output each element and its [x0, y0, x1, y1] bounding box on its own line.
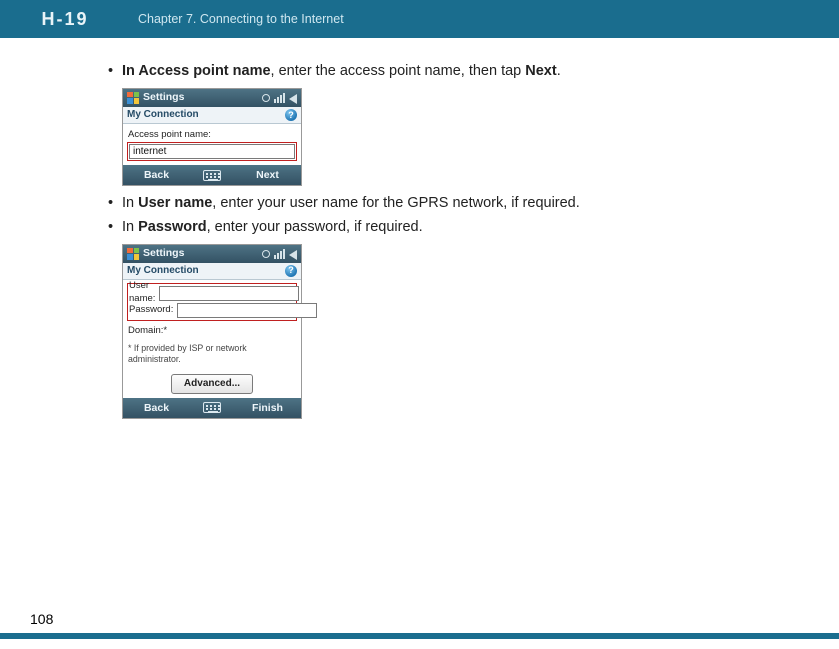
text: .: [557, 63, 561, 79]
page-number: 108: [30, 611, 53, 627]
highlight-apn: [127, 142, 297, 161]
phone-subtitle-bar: My Connection ?: [123, 263, 301, 280]
chapter-title: Chapter 7. Connecting to the Internet: [130, 12, 839, 26]
page-header: H-19 Chapter 7. Connecting to the Intern…: [0, 0, 839, 38]
footer-rule: [0, 633, 839, 639]
text: In: [122, 195, 138, 211]
apn-field-label: Access point name:: [128, 129, 296, 142]
text-bold: In Access point name: [122, 63, 271, 79]
softkey-next[interactable]: Next: [234, 168, 301, 182]
phone-subtitle: My Connection: [127, 108, 199, 122]
password-label: Password:: [129, 304, 173, 317]
domain-label: Domain:*: [128, 325, 186, 338]
apn-input[interactable]: [129, 144, 295, 159]
softkey-back[interactable]: Back: [123, 168, 190, 182]
keyboard-icon: [203, 170, 221, 181]
brand-logo: H-19: [0, 9, 130, 30]
help-icon[interactable]: ?: [285, 265, 297, 277]
softkey-keyboard[interactable]: [190, 170, 234, 181]
phone-titlebar: Settings: [123, 245, 301, 263]
radio-icon: [262, 250, 270, 258]
phone-content: User name: Password: Domain:* * If provi…: [123, 280, 301, 398]
highlight-credentials: User name: Password:: [127, 283, 297, 321]
user-name-input[interactable]: [159, 286, 299, 301]
text: , enter your user name for the GPRS netw…: [212, 195, 580, 211]
volume-icon: [289, 250, 297, 260]
signal-icon: [274, 248, 285, 259]
footnote: * If provided by ISP or network administ…: [128, 343, 296, 367]
phone-screenshot-apn: Settings My Connection ? Access point na…: [122, 88, 302, 187]
volume-icon: [289, 94, 297, 104]
phone-screenshot-credentials: Settings My Connection ? User name: Pass…: [122, 244, 302, 419]
row-domain: Domain:*: [128, 323, 296, 340]
windows-flag-icon: [127, 92, 139, 104]
user-name-label: User name:: [129, 280, 155, 306]
windows-flag-icon: [127, 248, 139, 260]
text-bold: Password: [138, 219, 207, 235]
phone-titlebar: Settings: [123, 89, 301, 107]
phone-subtitle-bar: My Connection ?: [123, 107, 301, 124]
bullet-password: In Password, enter your password, if req…: [108, 218, 809, 238]
text: In: [122, 219, 138, 235]
page-body: In Access point name, enter the access p…: [0, 38, 839, 419]
text-bold: Next: [525, 63, 556, 79]
brand-logo-text: H-19: [41, 9, 88, 30]
radio-icon: [262, 94, 270, 102]
advanced-button-wrap: Advanced...: [128, 374, 296, 394]
row-user-name: User name:: [129, 285, 295, 302]
phone-softkey-bar: Back Next: [123, 165, 301, 185]
phone-subtitle: My Connection: [127, 264, 199, 278]
phone-content: Access point name:: [123, 124, 301, 166]
text: , enter the access point name, then tap: [271, 63, 526, 79]
phone-title: Settings: [143, 90, 184, 104]
bullet-access-point-name: In Access point name, enter the access p…: [108, 62, 809, 82]
bullet-user-name: In User name, enter your user name for t…: [108, 194, 809, 214]
softkey-back[interactable]: Back: [123, 401, 190, 415]
page-root: H-19 Chapter 7. Connecting to the Intern…: [0, 0, 839, 649]
password-input[interactable]: [177, 303, 317, 318]
signal-icon: [274, 92, 285, 103]
phone-title: Settings: [143, 246, 184, 260]
phone-softkey-bar: Back Finish: [123, 398, 301, 418]
row-password: Password:: [129, 302, 295, 319]
softkey-keyboard[interactable]: [190, 402, 234, 413]
text: , enter your password, if required.: [207, 219, 423, 235]
keyboard-icon: [203, 402, 221, 413]
softkey-finish[interactable]: Finish: [234, 401, 301, 415]
advanced-button[interactable]: Advanced...: [171, 374, 253, 394]
text-bold: User name: [138, 195, 212, 211]
help-icon[interactable]: ?: [285, 109, 297, 121]
